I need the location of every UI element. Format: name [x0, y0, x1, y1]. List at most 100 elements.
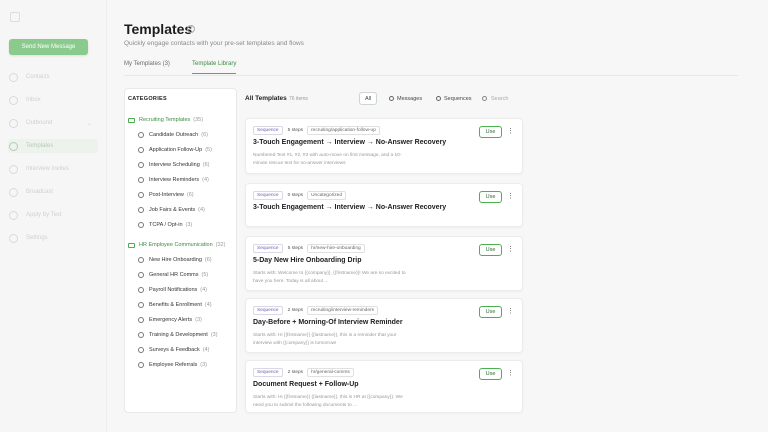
search-placeholder: Search	[491, 95, 509, 102]
sequence-badge: Sequence	[253, 126, 283, 135]
category-item[interactable]: Candidate Outreach (6)	[138, 132, 208, 138]
category-tag: hr/general-comms	[307, 368, 354, 377]
category-tag: Uncategorized	[307, 191, 347, 200]
steps-count: 5 steps	[287, 128, 304, 133]
category-count: (3)	[210, 332, 218, 338]
category-count: (5)	[201, 272, 209, 278]
category-item[interactable]: Benefits & Enrollment (4)	[138, 302, 212, 308]
category-item[interactable]: Interview Scheduling (6)	[138, 162, 210, 168]
category-item[interactable]: Training & Development (3)	[138, 332, 218, 338]
card-title: 3-Touch Engagement → Interview → No-Answ…	[253, 139, 447, 146]
template-card[interactable]: Sequence 2 steps recruiting/interview-re…	[245, 298, 523, 353]
group-count: (32)	[215, 242, 226, 248]
sequence-badge: Sequence	[253, 244, 283, 253]
category-tag: recruiting/interview-reminders	[307, 306, 378, 315]
template-card[interactable]: Sequence 5 steps hr/new-hire-onboarding …	[245, 236, 523, 291]
more-options-icon[interactable]: ⋮	[507, 370, 514, 377]
category-item[interactable]: Surveys & Feedback (4)	[138, 347, 209, 353]
category-item[interactable]: Payroll Notifications (4)	[138, 287, 207, 293]
category-item[interactable]: General HR Comms (5)	[138, 272, 208, 278]
filter-label: Messages	[397, 95, 423, 102]
use-button[interactable]: Use	[479, 368, 502, 380]
steps-count: 2 steps	[287, 370, 304, 375]
category-label: Emergency Alerts	[149, 317, 193, 323]
sidebar: Send New Message Contacts Inbox Outbound…	[0, 0, 107, 432]
group-label: Recruiting Templates	[139, 117, 191, 123]
category-label: Training & Development	[149, 332, 208, 338]
card-description: Numbered Text #1, #2, #3 with auto-move …	[253, 153, 402, 166]
referral-icon	[138, 362, 144, 368]
group-icon	[128, 242, 135, 248]
category-label: Employee Referrals	[149, 362, 198, 368]
category-count: (6)	[201, 132, 208, 138]
category-tag: hr/new-hire-onboarding	[307, 244, 365, 253]
category-label: Payroll Notifications	[149, 287, 198, 293]
category-label: TCPA / Opt-in	[149, 222, 183, 228]
category-item[interactable]: Job Fairs & Events (4)	[138, 207, 205, 213]
category-count: (3)	[195, 317, 202, 323]
category-count: (6)	[204, 257, 212, 263]
category-item[interactable]: TCPA / Opt-in (3)	[138, 222, 192, 228]
card-title: 5-Day New Hire Onboarding Drip	[253, 257, 362, 264]
event-icon	[138, 207, 144, 213]
card-title: 3-Touch Engagement → Interview → No-Answ…	[253, 204, 447, 211]
filter-sequences[interactable]: Sequences	[436, 92, 472, 105]
category-item[interactable]: Emergency Alerts (3)	[138, 317, 202, 323]
chat-icon	[138, 132, 144, 138]
categories-heading: CATEGORIES	[128, 96, 167, 102]
sequence-icon	[436, 96, 441, 101]
survey-icon	[138, 347, 144, 353]
tab-my-templates[interactable]: My Templates (3)	[124, 61, 170, 73]
category-item[interactable]: Application Follow-Up (5)	[138, 147, 212, 153]
tab-divider	[124, 75, 738, 76]
category-tag: recruiting/application-follow-up	[307, 126, 380, 135]
use-button[interactable]: Use	[479, 126, 502, 138]
sidebar-dim-overlay	[0, 0, 107, 432]
template-card[interactable]: Sequence 0 steps Uncategorized 3-Touch E…	[245, 183, 523, 227]
check-icon	[138, 192, 144, 198]
category-count: (6)	[186, 192, 194, 198]
category-group-hr[interactable]: HR Employee Communication (32)	[128, 242, 225, 248]
category-count: (3)	[200, 362, 208, 368]
steps-count: 0 steps	[287, 193, 304, 198]
search-icon	[482, 96, 487, 101]
sequence-badge: Sequence	[253, 191, 283, 200]
dollar-icon	[138, 287, 144, 293]
category-count: (3)	[185, 222, 193, 228]
use-button[interactable]: Use	[479, 244, 502, 256]
category-label: Surveys & Feedback	[149, 347, 200, 353]
card-meta: Sequence 5 steps recruiting/application-…	[253, 126, 380, 135]
category-label: General HR Comms	[149, 272, 199, 278]
use-button[interactable]: Use	[479, 191, 502, 203]
help-icon[interactable]: ?	[187, 25, 195, 33]
filter-messages[interactable]: Messages	[389, 92, 422, 105]
message-icon	[389, 96, 394, 101]
category-label: Job Fairs & Events	[149, 207, 196, 213]
bell-icon	[138, 177, 144, 183]
category-group-recruiting[interactable]: Recruiting Templates (35)	[128, 117, 203, 123]
category-item[interactable]: Post-Interview (6)	[138, 192, 194, 198]
sequence-badge: Sequence	[253, 306, 283, 315]
use-button[interactable]: Use	[479, 306, 502, 318]
category-item[interactable]: Interview Reminders (4)	[138, 177, 209, 183]
more-options-icon[interactable]: ⋮	[507, 193, 514, 200]
calendar-icon	[138, 162, 144, 168]
category-item[interactable]: New Hire Onboarding (6)	[138, 257, 212, 263]
category-label: Post-Interview	[149, 192, 184, 198]
search-input[interactable]: Search	[482, 92, 522, 105]
book-icon	[138, 332, 144, 338]
card-title: Document Request + Follow-Up	[253, 381, 359, 388]
filter-all[interactable]: All	[359, 92, 377, 105]
more-options-icon[interactable]: ⋮	[507, 246, 514, 253]
page-subtitle: Quickly engage contacts with your pre-se…	[124, 40, 304, 47]
template-card[interactable]: Sequence 5 steps recruiting/application-…	[245, 118, 523, 174]
template-card[interactable]: Sequence 2 steps hr/general-comms Docume…	[245, 360, 523, 413]
tab-template-library[interactable]: Template Library	[192, 61, 237, 74]
list-count: 76 items	[289, 96, 308, 102]
category-item[interactable]: Employee Referrals (3)	[138, 362, 207, 368]
more-options-icon[interactable]: ⋮	[507, 128, 514, 135]
more-options-icon[interactable]: ⋮	[507, 308, 514, 315]
steps-count: 5 steps	[287, 246, 304, 251]
user-icon	[138, 257, 144, 263]
main-content: Templates ? Quickly engage contacts with…	[108, 0, 768, 432]
